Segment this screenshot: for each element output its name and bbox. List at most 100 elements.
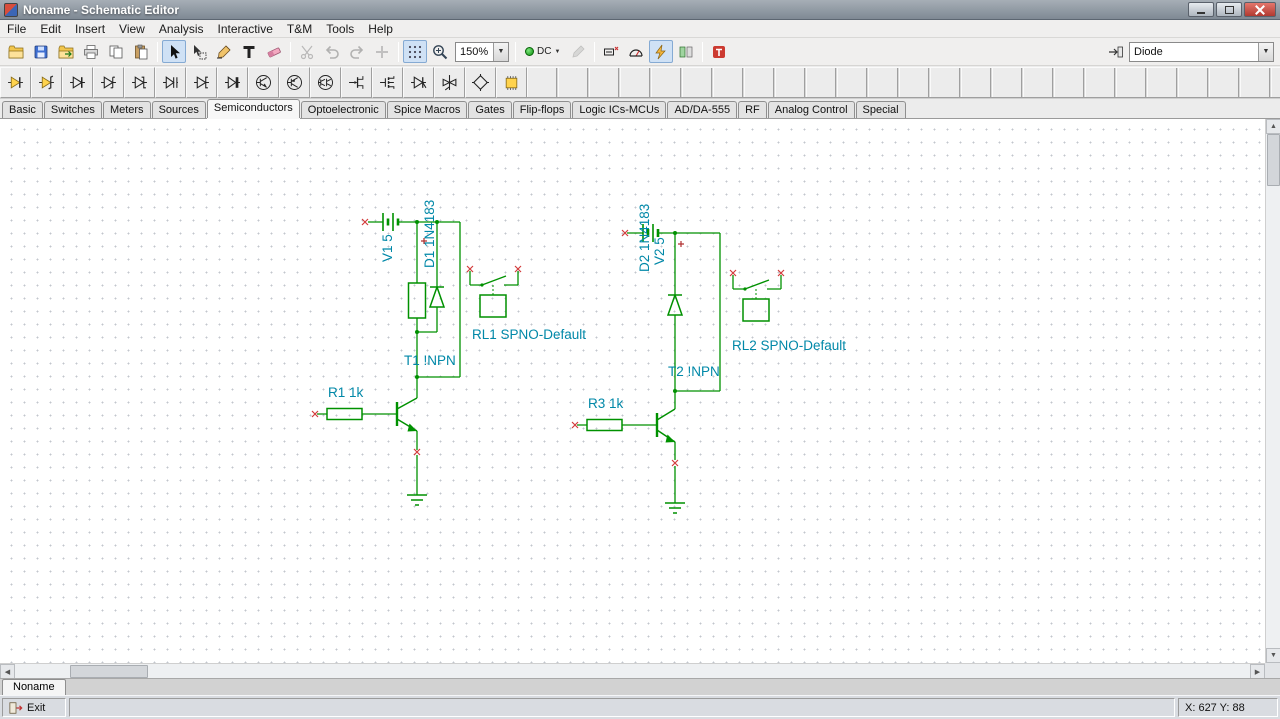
component-t2[interactable]: T2 !NPN [655, 364, 720, 443]
menu-help[interactable]: Help [361, 21, 400, 37]
component-diode-button[interactable] [62, 66, 93, 98]
component-bridge-rectifier-button[interactable] [465, 66, 496, 98]
tab-semiconductors[interactable]: Semiconductors [206, 99, 300, 118]
document-tab-noname[interactable]: Noname [2, 679, 66, 695]
component-pnp-button[interactable] [279, 66, 310, 98]
text-tool[interactable] [237, 40, 261, 63]
tab-optoelectronic[interactable]: Optoelectronic [300, 101, 386, 118]
zoom-dropdown-icon[interactable]: ▼ [493, 42, 508, 61]
vertical-scrollbar[interactable]: ▲ ▼ [1265, 119, 1280, 663]
ground-2[interactable] [665, 502, 685, 514]
horizontal-scrollbar[interactable]: ◀ ▶ [0, 663, 1265, 679]
tab-switches[interactable]: Switches [43, 101, 102, 118]
menu-interactive[interactable]: Interactive [211, 21, 280, 37]
tab-flip-flops[interactable]: Flip-flops [512, 101, 572, 118]
menu-tools[interactable]: Tools [319, 21, 361, 37]
component-darlington-button[interactable] [310, 66, 341, 98]
component-zener-ideal-button[interactable] [31, 66, 62, 98]
copy-button[interactable] [104, 40, 128, 63]
component-diode-ideal-button[interactable] [0, 66, 31, 98]
close-button[interactable] [1244, 2, 1276, 17]
wire-tool[interactable] [212, 40, 236, 63]
print-button[interactable] [79, 40, 103, 63]
component-jfet-button[interactable] [341, 66, 372, 98]
window-title: Noname - Schematic Editor [23, 2, 180, 17]
component-schottky-button[interactable] [124, 66, 155, 98]
zener-icon [101, 75, 116, 89]
tm-meter-button[interactable] [624, 40, 648, 63]
scroll-up-button[interactable]: ▲ [1266, 119, 1280, 134]
grid-toggle[interactable] [403, 40, 427, 63]
zoom-button[interactable] [428, 40, 452, 63]
exit-button[interactable]: Exit [2, 698, 66, 717]
menu-insert[interactable]: Insert [68, 21, 112, 37]
tab-gates[interactable]: Gates [468, 101, 512, 118]
component-zener-button[interactable] [93, 66, 124, 98]
delete-tool[interactable] [262, 40, 286, 63]
undo-button[interactable] [320, 40, 344, 63]
component-r1[interactable]: R1 1k [326, 385, 364, 421]
component-triac-button[interactable] [434, 66, 465, 98]
component-varicap-button[interactable] [155, 66, 186, 98]
component-v1[interactable]: V1 5 [380, 213, 400, 262]
scroll-left-button[interactable]: ◀ [0, 664, 15, 679]
dc-dropdown-icon[interactable]: ▼ [554, 49, 560, 55]
schematic-canvas[interactable]: V1 5 D1 1N4183 RL1 SPNO-Default T1 !NPN … [0, 119, 1265, 663]
zener-yellow-icon [39, 75, 54, 89]
cut-button[interactable] [295, 40, 319, 63]
find-component-button[interactable] [1104, 40, 1128, 63]
tab-sources[interactable]: Sources [151, 101, 206, 118]
component-t1[interactable]: T1 !NPN [395, 353, 456, 432]
component-r3[interactable]: R3 1k [586, 396, 624, 432]
menu-analysis[interactable]: Analysis [152, 21, 211, 37]
zoom-select[interactable]: 150% ▼ [455, 41, 509, 62]
component-thyristor-button[interactable] [403, 66, 434, 98]
vertical-scroll-thumb[interactable] [1267, 134, 1280, 186]
scroll-right-button[interactable]: ▶ [1250, 664, 1265, 679]
save-button[interactable] [29, 40, 53, 63]
tm-probe-button[interactable] [599, 40, 623, 63]
component-mosfet-button[interactable] [372, 66, 403, 98]
mixed-mode-button[interactable] [674, 40, 698, 63]
menu-file[interactable]: File [0, 21, 33, 37]
open-project-button[interactable] [54, 40, 78, 63]
tab-logic-ics-mcus[interactable]: Logic ICs-MCUs [572, 101, 667, 118]
menu-edit[interactable]: Edit [33, 21, 68, 37]
interactive-mode-button[interactable] [649, 40, 674, 63]
tab-ad-da-555[interactable]: AD/DA-555 [667, 101, 738, 118]
component-move-tool[interactable] [187, 40, 211, 63]
triac-icon [442, 74, 457, 90]
dc-interactive-button[interactable]: DC ▼ [520, 40, 565, 63]
redo-button[interactable] [345, 40, 369, 63]
tab-basic[interactable]: Basic [2, 101, 43, 118]
component-pin-diode-button[interactable] [217, 66, 248, 98]
ground-1[interactable] [407, 494, 427, 506]
selection-tool[interactable] [162, 40, 186, 63]
toolbar-separator [290, 41, 291, 62]
menu-tm[interactable]: T&M [280, 21, 319, 37]
maximize-button[interactable] [1216, 2, 1242, 17]
component-tunnel-diode-button[interactable] [186, 66, 217, 98]
component-npn-button[interactable] [248, 66, 279, 98]
paste-button[interactable] [129, 40, 153, 63]
menu-view[interactable]: View [112, 21, 152, 37]
minimize-button[interactable] [1188, 2, 1214, 17]
menu-bar: File Edit Insert View Analysis Interacti… [0, 20, 1280, 38]
pen-tool[interactable] [566, 40, 590, 63]
schematic-svg[interactable]: V1 5 D1 1N4183 RL1 SPNO-Default T1 !NPN … [0, 119, 1265, 663]
component-rl2[interactable]: RL2 SPNO-Default [732, 275, 846, 353]
tab-rf[interactable]: RF [738, 101, 767, 118]
scroll-down-button[interactable]: ▼ [1266, 648, 1280, 663]
tab-meters[interactable]: Meters [102, 101, 151, 118]
add-button[interactable] [370, 40, 394, 63]
app-icon [4, 2, 18, 17]
open-button[interactable] [4, 40, 28, 63]
component-filter-select[interactable]: Diode ▼ [1129, 41, 1274, 62]
horizontal-scroll-thumb[interactable] [70, 665, 148, 678]
component-ic-button[interactable] [496, 66, 527, 98]
tab-analog-control[interactable]: Analog Control [767, 101, 855, 118]
tab-spice-macros[interactable]: Spice Macros [386, 101, 468, 118]
component-filter-dropdown-icon[interactable]: ▼ [1258, 42, 1273, 61]
tab-special[interactable]: Special [855, 101, 906, 118]
ti-tools-button[interactable] [707, 40, 731, 63]
